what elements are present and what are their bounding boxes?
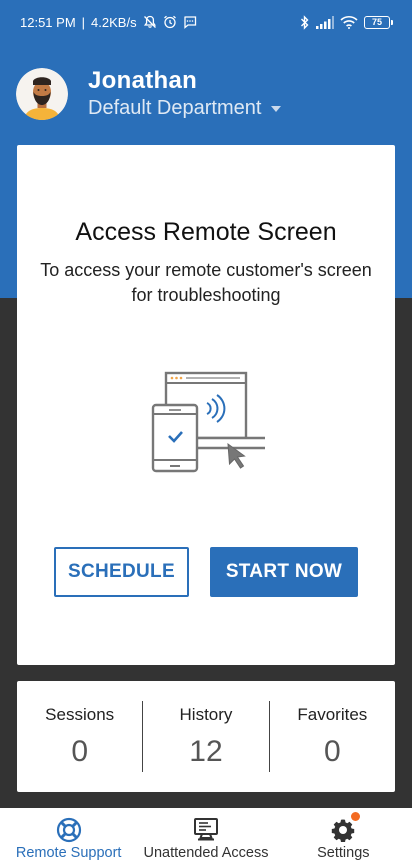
schedule-button[interactable]: SCHEDULE: [54, 547, 189, 597]
stat-label: Favorites: [297, 705, 368, 724]
stat-value: 0: [323, 735, 341, 768]
start-now-button[interactable]: START NOW: [210, 547, 358, 597]
status-net-speed: 4.2KB/s: [91, 14, 137, 30]
bluetooth-icon: [300, 14, 310, 30]
chevron-down-icon: [271, 105, 282, 112]
stats-card: Sessions 0 History 12 Favorites 0: [17, 681, 395, 792]
status-bar: 12:51 PM | 4.2KB/s 75: [0, 0, 412, 44]
nav-remote-support[interactable]: Remote Support: [0, 808, 137, 867]
mute-bell-icon: [143, 15, 157, 29]
user-header: Jonathan Default Department: [16, 67, 282, 120]
nav-unattended-access[interactable]: Unattended Access: [137, 808, 274, 867]
stat-value: 0: [71, 735, 88, 768]
remote-screen-card: Access Remote Screen To access your remo…: [17, 145, 395, 665]
avatar[interactable]: [16, 67, 68, 120]
nav-label: Settings: [317, 845, 370, 861]
gear-icon: [331, 817, 355, 842]
notification-badge: [351, 812, 361, 821]
card-subtitle: To access your remote customer's screen …: [40, 260, 372, 305]
stat-label: History: [179, 705, 233, 724]
lifebuoy-icon: [56, 817, 82, 842]
alarm-icon: [163, 15, 177, 29]
bottom-navigation: Remote Support Unattended Access Setting…: [0, 808, 412, 867]
stat-favorites[interactable]: Favorites 0: [270, 681, 395, 792]
nav-settings[interactable]: Settings: [275, 808, 412, 867]
wifi-icon: [340, 15, 358, 29]
department-selector[interactable]: Default Department: [88, 97, 282, 120]
stat-history[interactable]: History 12: [143, 681, 268, 792]
remote-access-illustration: [150, 370, 271, 475]
department-label: Default Department: [88, 97, 262, 119]
card-title: Access Remote Screen: [75, 218, 337, 246]
signal-icon: [316, 15, 334, 29]
computer-icon: [193, 817, 219, 842]
stat-sessions[interactable]: Sessions 0: [17, 681, 142, 792]
stat-value: 12: [189, 735, 223, 768]
user-name: Jonathan: [88, 67, 198, 94]
status-time: 12:51 PM: [20, 14, 76, 30]
nav-label: Remote Support: [15, 845, 122, 861]
nav-label: Unattended Access: [143, 845, 269, 861]
battery-icon: 75: [364, 15, 393, 29]
message-icon: [183, 15, 197, 29]
stat-label: Sessions: [45, 705, 115, 724]
